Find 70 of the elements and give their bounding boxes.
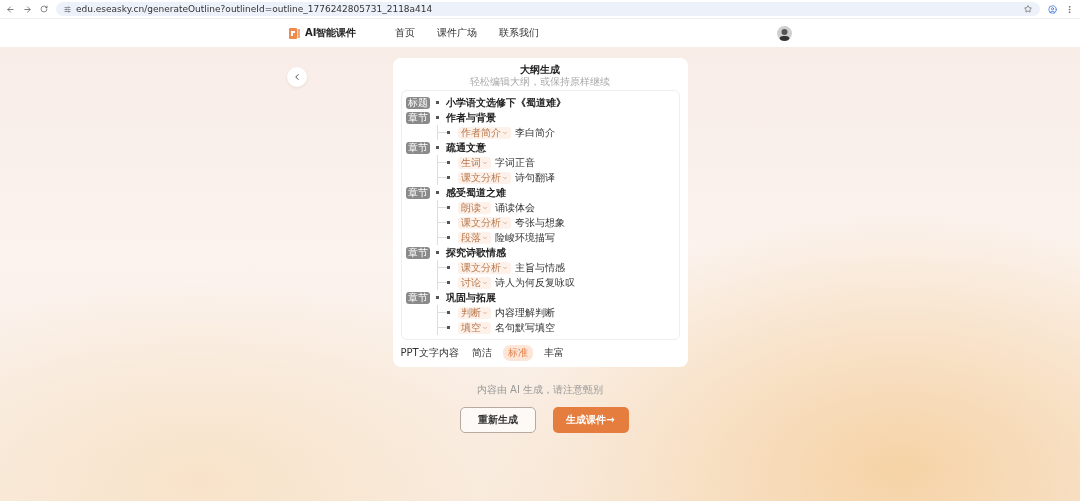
nav-link[interactable]: 首页 (395, 26, 415, 40)
outline-item[interactable]: 内容理解判断 (494, 305, 555, 320)
caret-icon (481, 324, 488, 331)
bullet-icon (446, 206, 450, 209)
bullet-icon (435, 296, 439, 299)
bullet-icon (435, 251, 439, 254)
outline-item[interactable]: 诗人为何反复咏叹 (494, 275, 575, 290)
bullet-icon (446, 236, 450, 239)
caret-icon (501, 174, 508, 181)
outline-item[interactable]: 诵读体会 (494, 200, 535, 215)
caret-icon (481, 159, 488, 166)
bullet-icon (435, 146, 439, 149)
caret-icon (501, 129, 508, 136)
level-tag: 章节 (405, 111, 430, 124)
reload-icon[interactable] (40, 5, 48, 13)
outline-item[interactable]: 李白简介 (514, 125, 555, 140)
level-tag: 章节 (405, 246, 430, 259)
outline-heading[interactable]: 作者与背景 (445, 110, 496, 125)
back-icon[interactable] (6, 4, 15, 14)
profile-icon[interactable] (1048, 4, 1057, 14)
nav-link[interactable]: 联系我们 (499, 26, 539, 40)
url-text: edu.eseasky.cn/generateOutline?outlineId=outline_1776242805731_2118a414 (76, 4, 434, 14)
density-option[interactable]: 丰富 (538, 345, 569, 361)
bullet-icon (446, 131, 450, 134)
outline-item[interactable]: 诗句翻译 (514, 170, 555, 185)
outline-item[interactable]: 夸张与想象 (514, 215, 565, 230)
bullet-icon (435, 101, 439, 104)
caret-icon (501, 219, 508, 226)
outline-item[interactable]: 字词正音 (494, 155, 535, 170)
caret-icon (481, 234, 488, 241)
forward-icon[interactable] (23, 4, 32, 14)
outline-heading[interactable]: 感受蜀道之难 (445, 185, 506, 200)
bullet-icon (446, 266, 450, 269)
caret-icon (481, 309, 488, 316)
nav-link[interactable]: 课件广场 (437, 26, 477, 40)
outline-item[interactable]: 险峻环境描写 (494, 230, 555, 245)
outline-heading[interactable]: 小学语文选修下《蜀道难》 (445, 95, 566, 110)
brand-name: AI智能课件 (305, 26, 357, 40)
ppt-text-label: PPT文字内容 (400, 346, 459, 360)
bullet-icon (446, 221, 450, 224)
logo-icon (289, 27, 300, 39)
bullet-icon (435, 191, 439, 194)
bullet-icon (446, 311, 450, 314)
bullet-icon (435, 116, 439, 119)
bullet-icon (446, 161, 450, 164)
caret-icon (481, 204, 488, 211)
outline-item[interactable]: 主旨与情感 (514, 260, 565, 275)
site-settings-icon[interactable] (64, 5, 71, 13)
outline-heading[interactable]: 探究诗歌情感 (445, 245, 506, 260)
ai-notice: 内容由 AI 生成，请注意甄别 (476, 383, 604, 397)
level-tag: 标题 (405, 96, 430, 109)
card-subtitle: 轻松编辑大纲，或保持原样继续 (470, 76, 610, 88)
bullet-icon (446, 326, 450, 329)
level-tag: 章节 (405, 291, 430, 304)
bullet-icon (446, 281, 450, 284)
star-icon[interactable] (1024, 5, 1032, 13)
caret-icon (481, 279, 488, 286)
menu-icon[interactable] (1065, 4, 1074, 14)
regenerate-button[interactable]: 重新生成 (459, 407, 536, 433)
outline-heading[interactable]: 疏通文意 (445, 140, 486, 155)
density-option[interactable]: 简洁 (466, 345, 497, 361)
level-tag: 章节 (405, 186, 430, 199)
card-title: 大纲生成 (520, 64, 560, 76)
level-tag: 章节 (405, 141, 430, 154)
avatar[interactable] (777, 26, 792, 41)
bullet-icon (446, 176, 450, 179)
outline-heading[interactable]: 巩固与拓展 (445, 290, 496, 305)
address-bar[interactable]: edu.eseasky.cn/generateOutline?outlineId=outline_1776242805731_2118a414 (56, 2, 1040, 16)
outline-item[interactable]: 名句默写填空 (494, 320, 555, 335)
caret-icon (501, 264, 508, 271)
